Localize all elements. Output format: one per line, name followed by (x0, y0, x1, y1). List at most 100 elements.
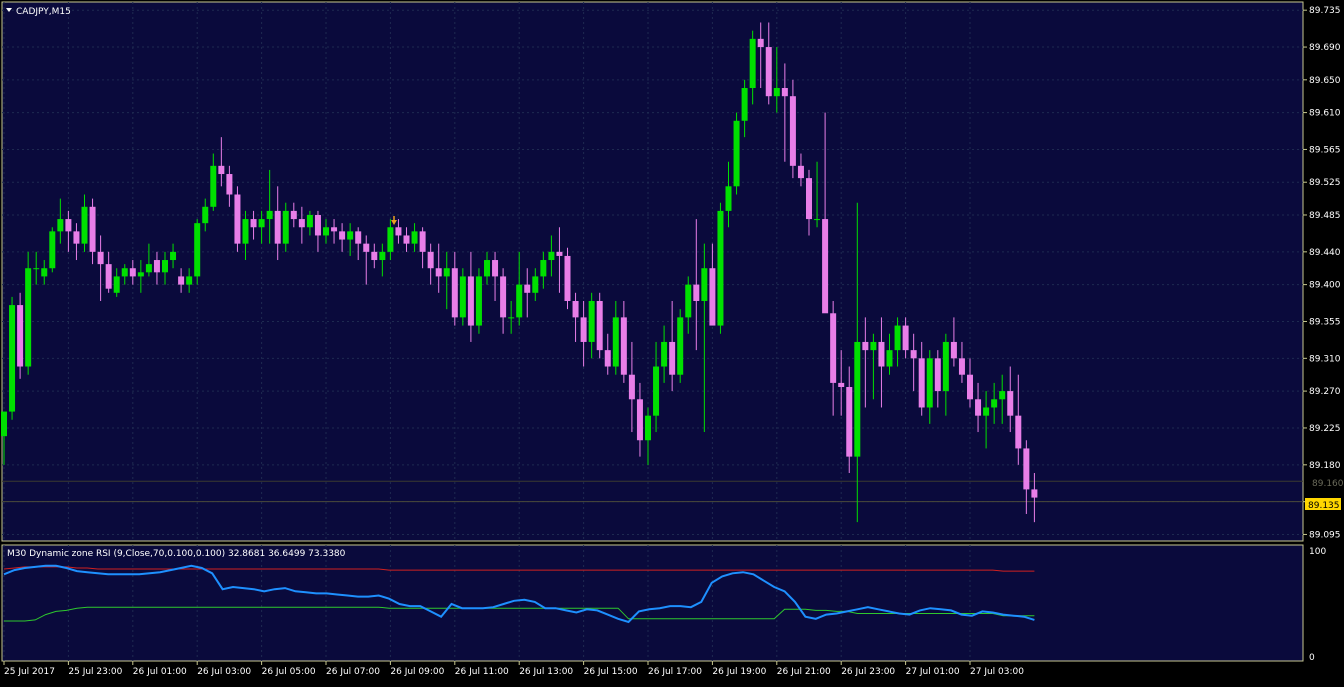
price-tick-label: 89.565 (1309, 145, 1341, 155)
candle-body (97, 251, 104, 265)
candle-body (612, 317, 619, 367)
candle-body (178, 276, 185, 285)
candle-body (725, 186, 732, 211)
candle-body (532, 276, 539, 293)
candle-body (500, 276, 507, 318)
candle-body (516, 284, 523, 318)
candle-body (379, 251, 386, 261)
candle-body (1007, 391, 1014, 416)
symbol-title: CADJPY,M15 (16, 7, 71, 17)
price-tick-label: 89.180 (1309, 461, 1341, 471)
candle-body (467, 276, 474, 326)
candle-body (967, 374, 973, 400)
time-tick-label: 26 Jul 19:00 (712, 667, 766, 677)
candle-body (669, 341, 676, 375)
candle-body (162, 260, 168, 273)
candle-body (902, 325, 909, 351)
time-tick-label: 26 Jul 09:00 (390, 667, 444, 677)
candle-body (886, 350, 893, 367)
candle-body (339, 231, 346, 240)
price-tick-label: 89.610 (1309, 109, 1341, 119)
candle-body (145, 264, 152, 273)
candle-body (564, 255, 571, 301)
candle-body (347, 231, 354, 240)
candle-body (781, 88, 788, 97)
candle-body (73, 231, 80, 244)
price-tick-label: 89.400 (1309, 281, 1341, 291)
candle-body (186, 276, 193, 285)
candle-body (524, 284, 531, 293)
candle-body (137, 272, 144, 277)
candle-body (854, 341, 861, 457)
candle-body (709, 268, 716, 326)
chart-canvas[interactable]: 89.735 89.690 89.650 89.610 89.565 89.525 89.4… (0, 0, 1344, 682)
candle-body (934, 358, 941, 392)
candle-body (999, 391, 1006, 400)
candle-body (65, 219, 72, 232)
candle-body (1023, 448, 1030, 490)
price-tick-label: 89.735 (1309, 6, 1341, 16)
candle-body (894, 325, 901, 351)
price-tick-label: 89.225 (1309, 424, 1341, 434)
candle-body (1, 411, 7, 437)
candle-body (89, 206, 96, 252)
candle-body (250, 219, 257, 228)
time-tick-label: 25 Jul 23:00 (68, 667, 122, 677)
candle-body (105, 264, 112, 289)
candle-body (685, 284, 692, 318)
candle-body (484, 260, 490, 277)
time-tick-label: 25 Jul 2017 (4, 667, 55, 677)
candle-body (677, 317, 684, 375)
candle-body (572, 300, 579, 318)
indicator-window[interactable] (1, 544, 1304, 662)
chart-window[interactable]: 89.735 89.690 89.650 89.610 89.565 89.525 89.4… (0, 0, 1344, 682)
candle-body (121, 268, 128, 277)
candle-body (822, 219, 829, 314)
candle-body (757, 38, 764, 48)
candle-body (81, 206, 88, 244)
candle-body (266, 210, 273, 220)
candle-body (242, 219, 249, 244)
candle-body (814, 219, 821, 221)
candle-body (331, 227, 338, 232)
time-tick-label: 26 Jul 13:00 (519, 667, 573, 677)
candle-body (427, 251, 434, 269)
grid-price-label: 89.160 (1312, 479, 1344, 489)
candle-body (492, 260, 499, 277)
time-tick-label: 26 Jul 17:00 (648, 667, 702, 677)
candle-body (33, 268, 40, 270)
candle-body (17, 305, 24, 367)
candle-body (838, 382, 845, 387)
candle-body (645, 415, 651, 441)
candle-body (741, 88, 748, 121)
candle-body (234, 194, 241, 244)
price-axis[interactable]: 89.735 89.690 89.650 89.610 89.565 89.525 89.4… (1303, 6, 1341, 540)
candle-body (475, 276, 482, 326)
candle-body (846, 387, 853, 457)
indicator-tick-label: 100 (1309, 547, 1326, 557)
candle-body (508, 317, 515, 319)
candle-body (258, 219, 265, 228)
candle-body (950, 341, 957, 359)
candle-body (218, 165, 225, 175)
candle-body (371, 251, 378, 261)
time-tick-label: 27 Jul 01:00 (906, 667, 960, 677)
candle-body (733, 120, 740, 187)
candle-body (274, 210, 281, 244)
candle-body (983, 407, 990, 416)
candle-body (129, 268, 136, 277)
candle-body (323, 227, 329, 236)
candle-body (443, 268, 450, 277)
candle-body (991, 399, 998, 408)
candle-body (806, 178, 812, 220)
price-tick-label: 89.440 (1309, 248, 1341, 258)
time-axis[interactable]: 25 Jul 2017 25 Jul 23:00 26 Jul 01:00 26 Ju… (3, 661, 1024, 677)
candle-body (636, 399, 643, 441)
candle-body (717, 210, 724, 326)
candle-body (588, 300, 595, 342)
candle-body (403, 235, 410, 244)
candle-body (604, 350, 611, 367)
candle-body (580, 317, 587, 342)
candle-body (918, 358, 925, 408)
candle-body (878, 341, 885, 367)
